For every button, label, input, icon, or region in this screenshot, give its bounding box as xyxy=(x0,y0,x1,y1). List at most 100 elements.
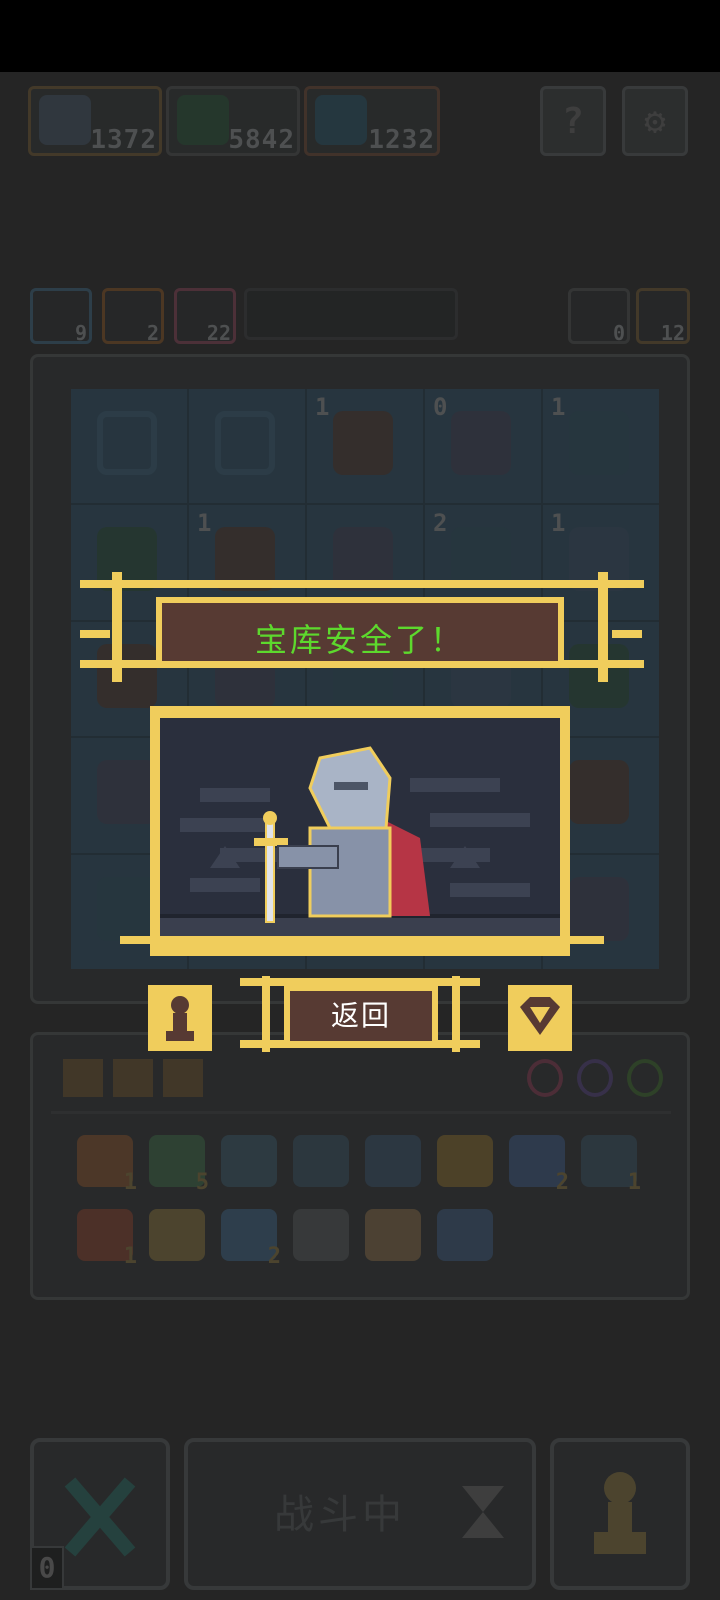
unit-icon xyxy=(97,411,157,475)
popup-title: 宝库安全了！ xyxy=(254,621,465,659)
item-count: 1 xyxy=(627,1170,641,1195)
unit-level: 1 xyxy=(551,509,566,538)
board-cell[interactable]: 1 xyxy=(543,389,659,504)
resource-dragon: 5842 xyxy=(166,86,300,156)
resource-value: 1232 xyxy=(368,125,435,155)
item-count: 2 xyxy=(267,1244,281,1269)
inventory-item-icon[interactable] xyxy=(221,1135,277,1187)
fight-button[interactable]: 战斗中 xyxy=(184,1438,536,1590)
inventory-header xyxy=(51,1055,671,1114)
pawn-icon xyxy=(166,996,194,1041)
pawn-icon xyxy=(594,1472,646,1554)
hourglass-icon xyxy=(462,1486,504,1538)
stat-value: 22 xyxy=(206,321,231,345)
progress-bar xyxy=(244,288,458,340)
pawn-button[interactable] xyxy=(550,1438,690,1590)
inventory-item-icon[interactable] xyxy=(365,1135,421,1187)
inventory-item-icon[interactable] xyxy=(293,1209,349,1261)
gargoyle-icon xyxy=(39,95,91,145)
dragon-icon xyxy=(177,95,229,145)
key-counter: 12 xyxy=(636,288,690,345)
unit-icon xyxy=(97,760,157,825)
counter-value: 12 xyxy=(660,321,685,345)
inventory-item-icon[interactable]: 2 xyxy=(221,1209,281,1269)
frame-bar-top xyxy=(80,580,644,588)
resource-ghost: 1232 xyxy=(304,86,440,156)
inventory-item-icon[interactable] xyxy=(149,1209,205,1261)
unit-icon xyxy=(97,643,157,708)
unit-icon xyxy=(97,876,157,941)
inventory-item-icon[interactable] xyxy=(365,1209,421,1261)
help-button[interactable]: ? xyxy=(540,86,606,156)
knight-artwork xyxy=(160,718,560,942)
question-icon: ? xyxy=(562,100,584,142)
gear-icon: ⚙ xyxy=(644,100,666,142)
unit-level: 1 xyxy=(197,509,212,538)
ring-green-icon xyxy=(627,1059,663,1097)
gem-side-button[interactable] xyxy=(508,985,572,1051)
inventory-item-icon[interactable] xyxy=(293,1135,349,1187)
unit-level: 0 xyxy=(433,393,448,421)
item-count: 5 xyxy=(195,1170,209,1195)
inventory-item-icon[interactable]: 1 xyxy=(77,1209,137,1269)
board-cell[interactable]: 1 xyxy=(307,389,423,504)
back-frame-left xyxy=(262,976,270,1052)
zero-badge: 0 xyxy=(30,1546,64,1590)
counter-value: 0 xyxy=(612,321,625,345)
frame-post-right xyxy=(598,572,608,682)
resource-value: 1372 xyxy=(90,125,157,155)
resource-gargoyle: 1372 xyxy=(28,86,162,156)
ghost-icon xyxy=(315,95,367,145)
unit-level: 1 xyxy=(551,393,566,421)
inventory-item-icon[interactable]: 5 xyxy=(149,1135,209,1195)
popup-title-box: 宝库安全了！ xyxy=(156,597,564,667)
inventory-panel: 1 5 2 1 1 2 xyxy=(30,1032,690,1300)
stat-blue: 9 xyxy=(30,288,92,345)
gem-icon xyxy=(520,997,560,1035)
tab-1-icon[interactable] xyxy=(63,1059,103,1097)
unit-icon xyxy=(569,876,629,941)
item-count: 2 xyxy=(555,1170,569,1195)
inventory-item-icon[interactable] xyxy=(437,1135,493,1187)
unit-icon xyxy=(451,411,511,475)
back-frame-right xyxy=(452,976,460,1052)
knight-icon xyxy=(160,746,560,942)
stat-orange: 2 xyxy=(102,288,164,345)
ring-purple-icon xyxy=(577,1059,613,1097)
unit-level: 2 xyxy=(433,509,448,538)
board-cell[interactable]: 0 xyxy=(425,389,541,504)
inventory-item-icon[interactable] xyxy=(437,1209,493,1261)
unit-icon xyxy=(569,760,629,825)
unit-level: 1 xyxy=(315,393,330,421)
cancel-button[interactable]: 0 xyxy=(30,1438,170,1590)
status-bar xyxy=(0,0,720,72)
stat-value: 9 xyxy=(74,321,87,345)
frame-peg-right xyxy=(612,630,642,638)
stat-value: 2 xyxy=(146,321,159,345)
unit-icon xyxy=(215,411,275,475)
frame-peg-left xyxy=(80,630,110,638)
inventory-item-icon[interactable]: 1 xyxy=(77,1135,137,1195)
unit-icon xyxy=(569,411,629,475)
tab-2-icon[interactable] xyxy=(113,1059,153,1097)
stat-pink: 22 xyxy=(174,288,236,345)
unit-icon xyxy=(333,411,393,475)
tab-3-icon[interactable] xyxy=(163,1059,203,1097)
fight-label: 战斗中 xyxy=(274,1492,406,1538)
art-frame xyxy=(150,706,570,956)
frame-post-left xyxy=(112,572,122,682)
item-count: 1 xyxy=(123,1170,137,1195)
board-cell[interactable] xyxy=(71,389,187,504)
inventory-item-icon[interactable]: 1 xyxy=(581,1135,641,1195)
art-base-bar xyxy=(120,936,604,944)
back-label: 返回 xyxy=(330,999,391,1032)
reroll-counter[interactable]: 0 xyxy=(568,288,630,345)
board-cell[interactable] xyxy=(189,389,305,504)
inventory-item-icon[interactable]: 2 xyxy=(509,1135,569,1195)
item-count: 1 xyxy=(123,1244,137,1269)
pawn-side-button[interactable] xyxy=(148,985,212,1051)
ring-red-icon xyxy=(527,1059,563,1097)
back-button[interactable]: 返回 xyxy=(284,985,438,1047)
resource-value: 5842 xyxy=(228,125,295,155)
settings-button[interactable]: ⚙ xyxy=(622,86,688,156)
